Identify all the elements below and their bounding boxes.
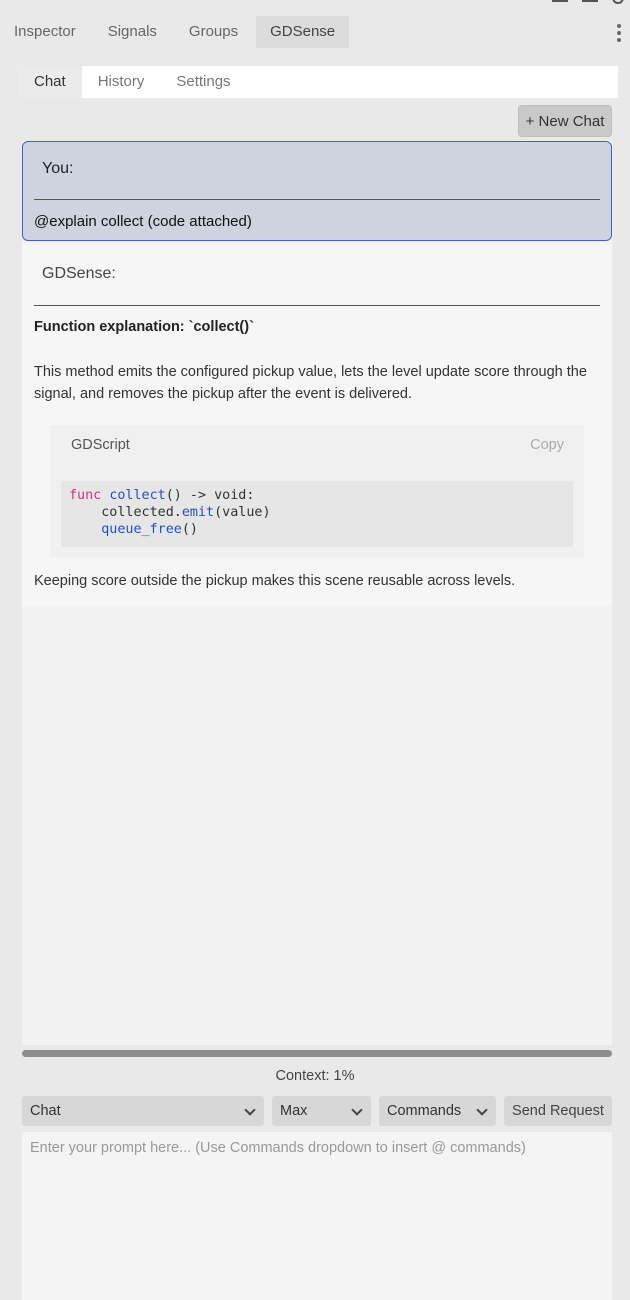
code-language-label: GDScript — [71, 437, 130, 453]
new-chat-button[interactable]: + New Chat — [518, 105, 612, 137]
effort-select[interactable]: Max — [272, 1096, 371, 1126]
maximize-icon[interactable] — [582, 0, 598, 2]
send-request-button[interactable]: Send Request — [504, 1096, 612, 1126]
tab-inspector[interactable]: Inspector — [0, 16, 90, 48]
mode-select[interactable]: Chat — [22, 1096, 264, 1126]
tab-signals[interactable]: Signals — [94, 16, 171, 48]
search-icon[interactable] — [612, 0, 624, 4]
sub-tab-bar: Chat History Settings — [18, 66, 618, 98]
divider — [34, 305, 600, 306]
prompt-input[interactable] — [22, 1132, 612, 1300]
tab-gdsense[interactable]: GDSense — [256, 16, 350, 48]
assistant-message: GDSense: Function explanation: `collect(… — [22, 244, 612, 606]
chat-history: You: @explain collect (code attached) GD… — [22, 141, 612, 1045]
chevron-down-icon — [351, 1104, 363, 1116]
code-line: queue_free() — [101, 522, 198, 537]
minimize-icon[interactable] — [552, 0, 568, 2]
request-controls: Chat Max Commands Send Request — [22, 1096, 612, 1126]
code-content: func collect() -> void: collected.emit(v… — [61, 481, 573, 547]
chevron-down-icon — [244, 1104, 256, 1116]
user-message: You: @explain collect (code attached) — [22, 141, 612, 241]
commands-select-value: Commands — [387, 1103, 462, 1119]
horizontal-scrollbar[interactable] — [22, 1050, 612, 1057]
commands-select[interactable]: Commands — [379, 1096, 496, 1126]
code-line: collected.emit(value) — [69, 505, 271, 520]
tab-groups[interactable]: Groups — [175, 16, 252, 48]
code-block: GDScript Copy func collect() -> void: co… — [50, 425, 584, 557]
dock-tab-bar: Inspector Signals Groups GDSense — [0, 16, 630, 48]
response-heading: Function explanation: `collect()` — [34, 319, 254, 335]
gdsense-panel: Chat History Settings + New Chat You: @e… — [0, 48, 630, 1300]
effort-select-value: Max — [280, 1103, 308, 1119]
copy-button[interactable]: Copy — [530, 437, 564, 453]
subtab-settings[interactable]: Settings — [160, 66, 246, 98]
window-icons — [552, 0, 624, 4]
subtab-chat[interactable]: Chat — [18, 66, 82, 98]
context-usage: Context: 1% — [275, 1068, 355, 1084]
code-line: func collect() -> void: — [69, 488, 255, 503]
user-label: You: — [42, 160, 74, 177]
more-options-icon[interactable] — [616, 24, 622, 42]
assistant-label: GDSense: — [42, 265, 116, 282]
divider — [34, 199, 600, 200]
mode-select-value: Chat — [30, 1103, 61, 1119]
response-footer: Keeping score outside the pickup makes t… — [34, 573, 516, 589]
response-paragraph: This method emits the configured pickup … — [34, 364, 587, 402]
subtab-history[interactable]: History — [82, 66, 161, 98]
user-message-text: @explain collect (code attached) — [34, 213, 252, 230]
chevron-down-icon — [476, 1104, 488, 1116]
